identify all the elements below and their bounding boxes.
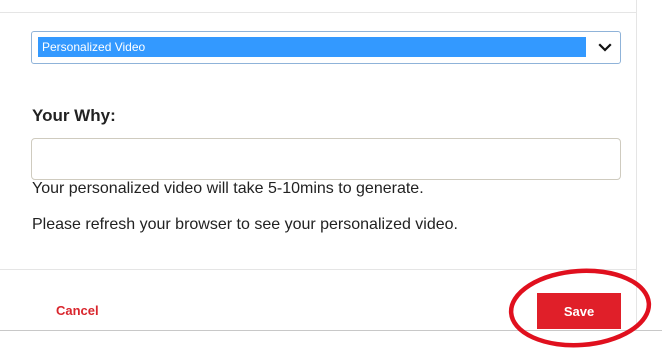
- generation-time-note: Your personalized video will take 5-10mi…: [32, 180, 424, 197]
- footer-divider: [0, 269, 637, 270]
- selected-option[interactable]: Personalized Video: [38, 37, 586, 57]
- page: Personalized Video Your Why: Your person…: [0, 0, 662, 348]
- modal-dialog: Personalized Video Your Why: Your person…: [0, 0, 637, 330]
- why-label: Your Why:: [32, 106, 116, 125]
- why-input[interactable]: [31, 138, 621, 180]
- page-divider: [0, 330, 662, 331]
- refresh-note: Please refresh your browser to see your …: [32, 216, 458, 233]
- chevron-down-icon[interactable]: [596, 38, 614, 56]
- video-type-select[interactable]: Personalized Video: [31, 31, 621, 64]
- cancel-button[interactable]: Cancel: [56, 303, 99, 318]
- top-divider: [0, 12, 637, 13]
- save-button[interactable]: Save: [537, 293, 621, 329]
